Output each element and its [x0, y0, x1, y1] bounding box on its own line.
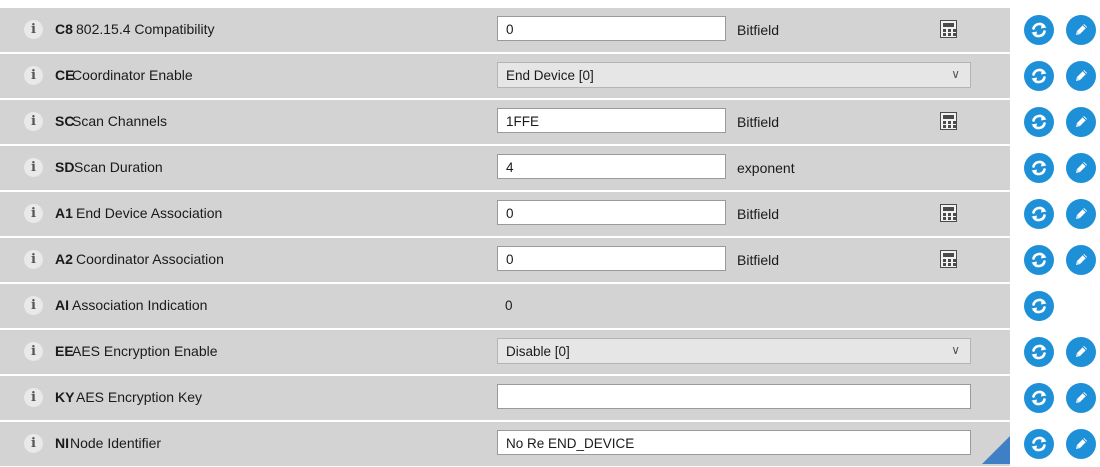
info-icon[interactable]: i: [24, 112, 43, 131]
setting-unit: exponent: [737, 160, 795, 176]
setting-row-c8: i C8 802.15.4 Compatibility 0 Bitfield: [0, 8, 1010, 53]
setting-row-ce: i CE Coordinator Enable End Device [0] ∨: [0, 54, 1010, 99]
pencil-icon[interactable]: [1066, 15, 1096, 45]
refresh-icon[interactable]: [1024, 337, 1054, 367]
setting-code: SD: [55, 159, 75, 175]
setting-row-sd: i SD Scan Duration 4 exponent: [0, 146, 1010, 191]
info-icon[interactable]: i: [24, 296, 43, 315]
setting-value-input[interactable]: 4: [497, 154, 726, 179]
calculator-icon[interactable]: [940, 112, 957, 130]
refresh-icon[interactable]: [1024, 245, 1054, 275]
setting-label: 802.15.4 Compatibility: [76, 21, 215, 37]
setting-row-a1: i A1 End Device Association 0 Bitfield: [0, 192, 1010, 237]
pencil-icon[interactable]: [1066, 337, 1096, 367]
setting-value-select[interactable]: Disable [0] ∨: [497, 338, 971, 364]
info-icon[interactable]: i: [24, 66, 43, 85]
setting-label: Scan Duration: [74, 159, 163, 175]
setting-unit: Bitfield: [737, 22, 780, 38]
setting-value-select[interactable]: End Device [0] ∨: [497, 62, 971, 88]
setting-label: Coordinator Enable: [72, 67, 193, 83]
setting-value-input[interactable]: 0: [497, 200, 726, 225]
setting-code: C8: [55, 21, 73, 37]
info-icon[interactable]: i: [24, 204, 43, 223]
setting-value-input[interactable]: 1FFE: [497, 108, 726, 133]
refresh-icon[interactable]: [1024, 107, 1054, 137]
setting-row-ky: i KY AES Encryption Key: [0, 376, 1010, 421]
setting-label: Scan Channels: [72, 113, 167, 129]
info-icon[interactable]: i: [24, 250, 43, 269]
setting-code: NI: [55, 435, 69, 451]
setting-label: Node Identifier: [70, 435, 162, 451]
setting-code: AI: [55, 297, 69, 313]
setting-label: AES Encryption Key: [76, 389, 203, 405]
pencil-icon[interactable]: [1066, 383, 1096, 413]
setting-row-a2: i A2 Coordinator Association 0 Bitfield: [0, 238, 1010, 283]
setting-value-readonly: 0: [505, 298, 513, 313]
info-icon[interactable]: i: [24, 388, 43, 407]
refresh-icon[interactable]: [1024, 383, 1054, 413]
calculator-icon[interactable]: [940, 204, 957, 222]
settings-panel: i C8 802.15.4 Compatibility 0 Bitfield i CE Coo…: [0, 0, 1010, 467]
setting-code: KY: [55, 389, 75, 405]
pencil-icon[interactable]: [1066, 429, 1096, 459]
pencil-icon[interactable]: [1066, 245, 1096, 275]
refresh-icon[interactable]: [1024, 429, 1054, 459]
select-value: End Device [0]: [506, 68, 594, 83]
setting-label: Association Indication: [72, 297, 208, 313]
setting-value-input[interactable]: [497, 384, 971, 409]
setting-label: Coordinator Association: [76, 251, 224, 267]
setting-value-input[interactable]: 0: [497, 246, 726, 271]
chevron-down-icon: ∨: [951, 343, 960, 357]
info-icon[interactable]: i: [24, 434, 43, 453]
pencil-icon[interactable]: [1066, 107, 1096, 137]
setting-row-ai: i AI Association Indication 0: [0, 284, 1010, 329]
pencil-icon[interactable]: [1066, 199, 1096, 229]
setting-row-ni: i NI Node Identifier No Re END_DEVICE: [0, 422, 1010, 467]
refresh-icon[interactable]: [1024, 15, 1054, 45]
setting-code: A1: [55, 205, 73, 221]
info-icon[interactable]: i: [24, 158, 43, 177]
info-icon[interactable]: i: [24, 20, 43, 39]
refresh-icon[interactable]: [1024, 291, 1054, 321]
select-value: Disable [0]: [506, 344, 570, 359]
setting-unit: Bitfield: [737, 114, 780, 130]
pencil-icon[interactable]: [1066, 61, 1096, 91]
panel-corner-marker: [982, 436, 1010, 464]
refresh-icon[interactable]: [1024, 61, 1054, 91]
setting-label: AES Encryption Enable: [72, 343, 218, 359]
setting-label: End Device Association: [76, 205, 223, 221]
setting-unit: Bitfield: [737, 252, 780, 268]
calculator-icon[interactable]: [940, 250, 957, 268]
pencil-icon[interactable]: [1066, 153, 1096, 183]
calculator-icon[interactable]: [940, 20, 957, 38]
setting-code: A2: [55, 251, 73, 267]
refresh-icon[interactable]: [1024, 199, 1054, 229]
setting-row-ee: i EE AES Encryption Enable Disable [0] ∨: [0, 330, 1010, 375]
info-icon[interactable]: i: [24, 342, 43, 361]
setting-value-input[interactable]: 0: [497, 16, 726, 41]
setting-code: EE: [55, 343, 74, 359]
setting-value-input[interactable]: No Re END_DEVICE: [497, 430, 971, 455]
chevron-down-icon: ∨: [951, 67, 960, 81]
setting-row-sc: i SC Scan Channels 1FFE Bitfield: [0, 100, 1010, 145]
setting-unit: Bitfield: [737, 206, 780, 222]
refresh-icon[interactable]: [1024, 153, 1054, 183]
